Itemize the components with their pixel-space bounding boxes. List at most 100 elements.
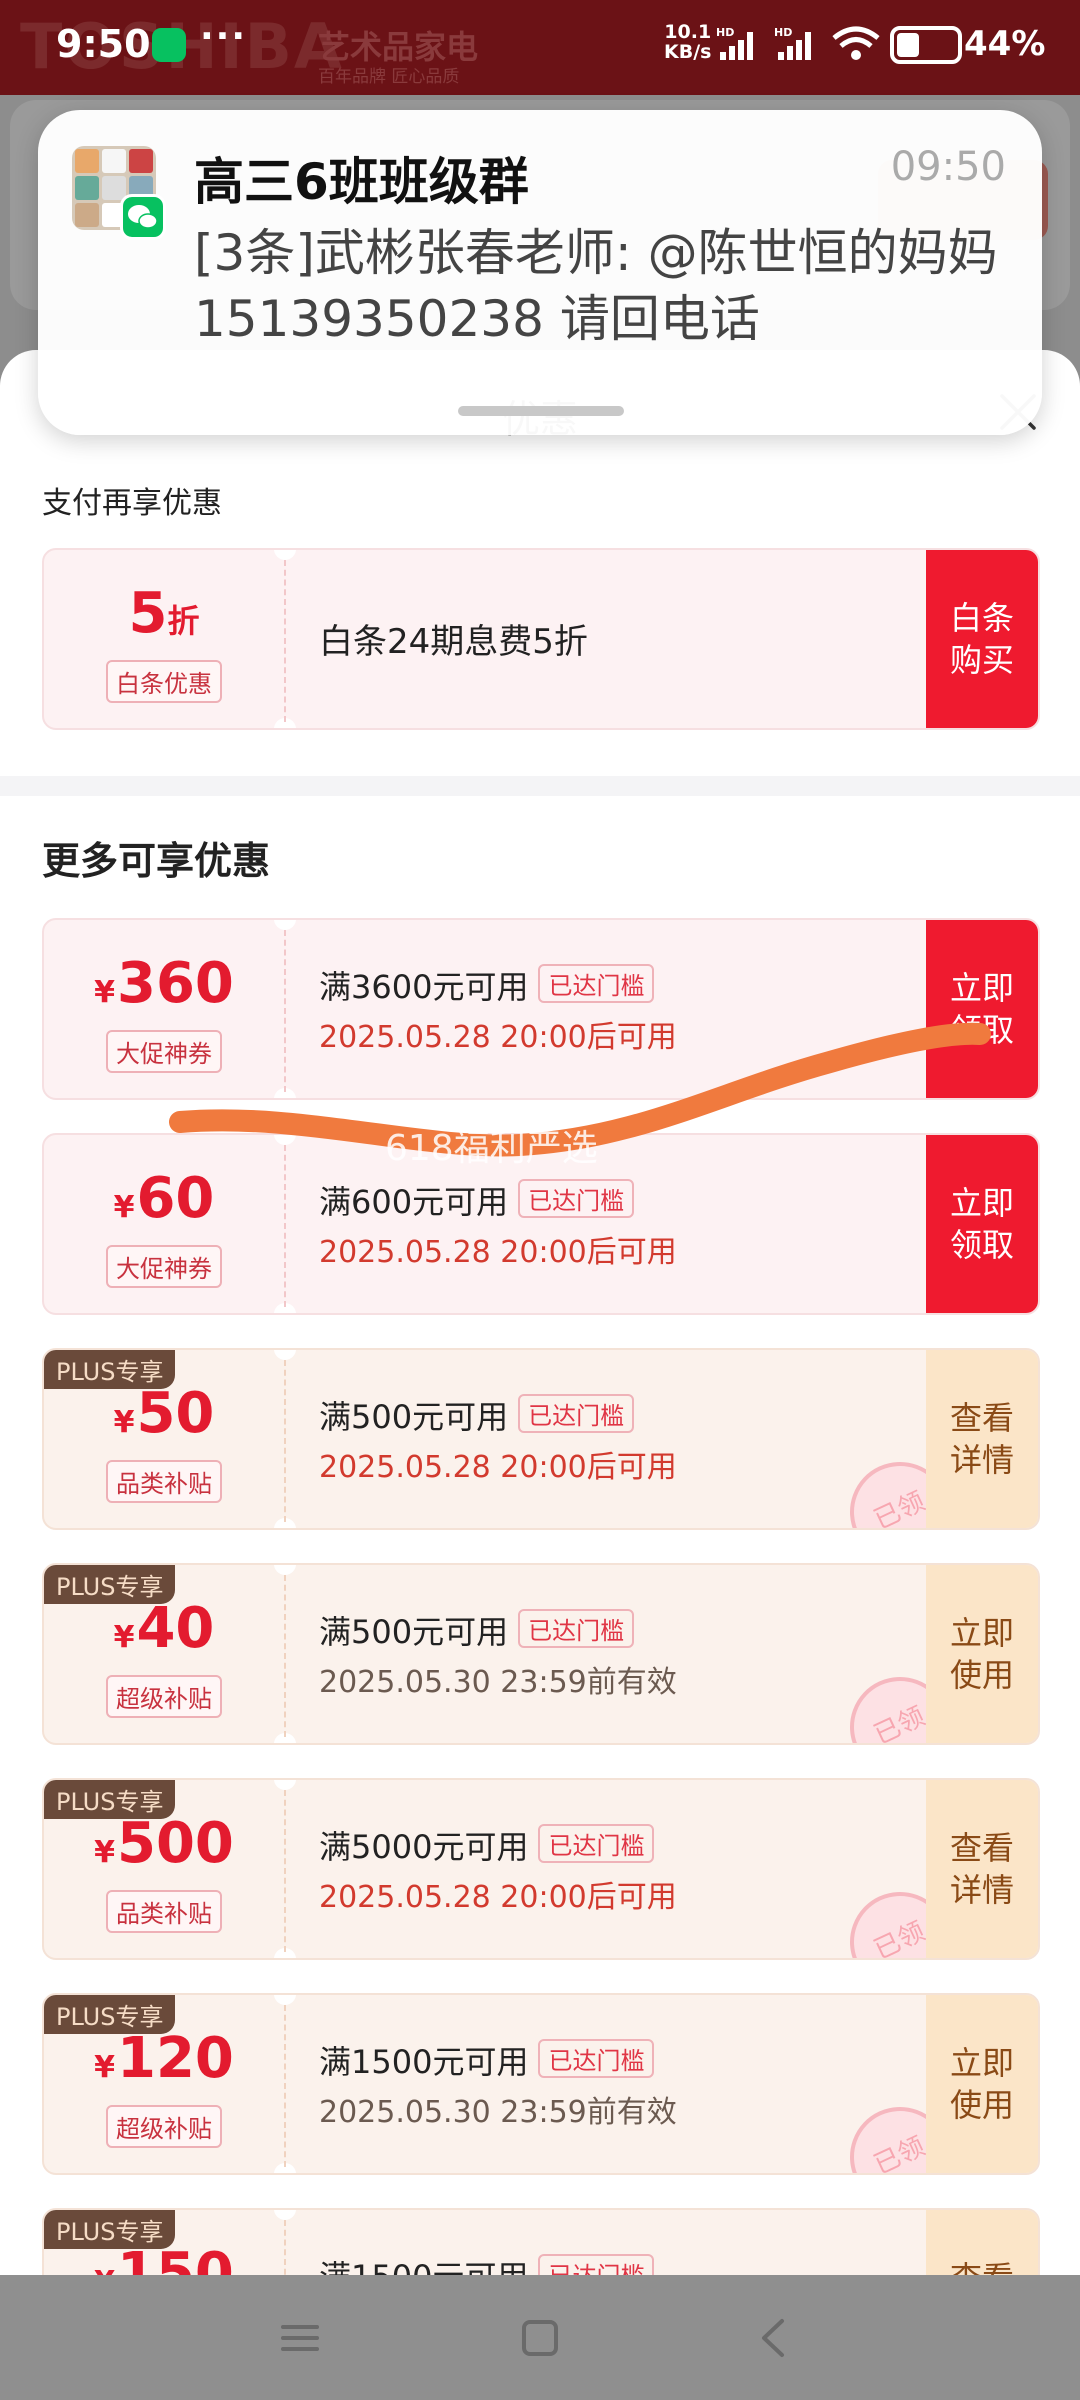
coupon-condition-text: 满3600元可用: [319, 968, 529, 1006]
coupon-left: PLUS专享 ¥50 品类补贴: [44, 1350, 284, 1528]
action-label: 查看详情: [949, 1399, 1014, 1479]
action-label: 立即领取: [949, 969, 1014, 1049]
coupon-separator: [284, 2220, 286, 2275]
coupon-condition-text: 满1500元可用: [319, 2043, 529, 2081]
threshold-reached-badge: 已达门槛: [538, 2254, 655, 2275]
coupon-body: 满500元可用 已达门槛 2025.05.30 23:59前有效: [319, 1565, 923, 1743]
back-icon[interactable]: [750, 2313, 800, 2363]
action-label: 立即使用: [949, 2044, 1014, 2124]
coupon-amount: ¥150: [44, 2241, 284, 2276]
coupon-separator: [284, 1145, 286, 1307]
section-more-heading: 更多可享优惠: [42, 839, 271, 883]
coupon-condition: 满1500元可用已达门槛: [319, 2252, 655, 2275]
status-bar: 9:50 ··· 10.1 KB/s HD HD 44%: [0, 0, 1080, 95]
clock: 9:50: [56, 22, 151, 66]
coupon-condition-text: 满1500元可用: [319, 2258, 528, 2275]
signal-hd-label-2: HD: [774, 26, 792, 39]
battery-percent: 44%: [964, 24, 1046, 64]
coupon-left: PLUS专享¥150: [44, 2210, 284, 2275]
section-pay-heading: 支付再享优惠: [42, 486, 222, 521]
baitiao-coupon-card: 5折 白条优惠 白条24期息费5折 白条购买: [42, 548, 1040, 730]
currency-symbol: ¥: [94, 975, 115, 1010]
coupon-separator: [284, 2005, 286, 2167]
coupon-card: PLUS专享 ¥40 超级补贴 满500元可用 已达门槛 2025.05.30 23:59…: [42, 1563, 1040, 1745]
coupon-validity: 2025.05.28 20:00后可用: [319, 1020, 677, 1055]
threshold-reached-badge: 已达门槛: [518, 1609, 635, 1648]
cellular-signal-icon: HD: [716, 26, 753, 60]
wechat-icon: [120, 194, 166, 240]
coupon-separator: [284, 1360, 286, 1522]
coupon-body: 满1500元可用已达门槛: [319, 2210, 923, 2275]
coupon-card: PLUS专享 ¥50 品类补贴 满500元可用 已达门槛 2025.05.28 20:00…: [42, 1348, 1040, 1530]
coupon-amount-value: 5: [128, 581, 168, 646]
threshold-reached-badge: 已达门槛: [538, 964, 655, 1003]
coupon-action-button[interactable]: 查看详情: [926, 1350, 1038, 1528]
coupon-separator: [284, 1790, 286, 1952]
coupon-separator: [284, 560, 286, 722]
wechat-notification[interactable]: 高三6班班级群 09:50 [3条]武彬张春老师: @陈世恒的妈妈1513935…: [38, 110, 1042, 435]
coupon-condition-text: 满500元可用: [319, 1398, 509, 1436]
network-speed: 10.1 KB/s: [664, 22, 711, 62]
coupon-validity: 2025.05.28 20:00后可用: [319, 1235, 677, 1270]
wechat-icon: [152, 28, 186, 62]
coupon-separator: [284, 1575, 286, 1737]
coupon-validity: 2025.05.28 20:00后可用: [319, 1450, 677, 1485]
coupon-left: ¥60 大促神券: [44, 1135, 284, 1313]
coupon-tag: 大促神券: [106, 1030, 222, 1073]
coupon-amount-value: 40: [136, 1596, 215, 1661]
coupon-amount-value: 50: [136, 1381, 215, 1446]
home-icon[interactable]: [515, 2313, 565, 2363]
currency-symbol: ¥: [94, 2050, 115, 2085]
coupon-condition: 满3600元可用 已达门槛: [319, 962, 655, 1008]
coupon-left: ¥360 大促神券: [44, 920, 284, 1098]
coupon-condition-text: 满500元可用: [319, 1613, 509, 1651]
coupon-card: PLUS专享 ¥120 超级补贴 满1500元可用 已达门槛 2025.05.30 23:…: [42, 1993, 1040, 2175]
system-navigation-bar: [0, 2275, 1080, 2400]
coupon-card: PLUS专享 ¥500 品类补贴 满5000元可用 已达门槛 2025.05.28 20:…: [42, 1778, 1040, 1960]
coupon-amount-value: 360: [116, 951, 234, 1016]
coupon-validity: 2025.05.30 23:59前有效: [319, 2095, 677, 2130]
notification-title: 高三6班班级群: [194, 153, 529, 211]
coupon-card: ¥60 大促神券 满600元可用 已达门槛 2025.05.28 20:00后可用 立即领…: [42, 1133, 1040, 1315]
coupon-body: 满5000元可用 已达门槛 2025.05.28 20:00后可用: [319, 1780, 923, 1958]
coupon-body: 满1500元可用 已达门槛 2025.05.30 23:59前有效: [319, 1995, 923, 2173]
notification-time: 09:50: [890, 144, 1006, 190]
coupon-tag: 超级补贴: [106, 1675, 222, 1718]
coupon-action-button[interactable]: 立即使用: [926, 1565, 1038, 1743]
baitiao-buy-button[interactable]: 白条购买: [926, 550, 1038, 728]
coupon-action-button[interactable]: 立即使用: [926, 1995, 1038, 2173]
coupon-body: 白条24期息费5折: [319, 550, 923, 728]
network-speed-unit: KB/s: [664, 41, 712, 63]
coupon-body: 满3600元可用 已达门槛 2025.05.28 20:00后可用: [319, 920, 923, 1098]
coupon-left: PLUS专享 ¥40 超级补贴: [44, 1565, 284, 1743]
currency-symbol: ¥: [94, 2265, 115, 2275]
coupon-left: 5折 白条优惠: [44, 550, 284, 728]
coupon-amount-value: 500: [116, 1811, 234, 1876]
notification-message: [3条]武彬张春老师: @陈世恒的妈妈15139350238 请回电话: [194, 224, 998, 348]
network-speed-value: 10.1: [664, 21, 712, 43]
coupon-amount: ¥50: [44, 1384, 284, 1453]
menu-icon[interactable]: [275, 2313, 325, 2363]
currency-symbol: ¥: [113, 1190, 135, 1225]
coupon-description: 白条24期息费5折: [319, 622, 588, 662]
currency-symbol: ¥: [113, 1620, 135, 1655]
coupon-action-button[interactable]: 查看详情: [926, 2210, 1038, 2275]
action-label: 白条购买: [949, 599, 1014, 679]
threshold-reached-badge: 已达门槛: [518, 1179, 635, 1218]
coupon-amount-unit: 折: [167, 602, 200, 640]
section-divider: [0, 776, 1080, 796]
coupon-condition: 满500元可用 已达门槛: [319, 1392, 635, 1438]
coupon-left: PLUS专享 ¥120 超级补贴: [44, 1995, 284, 2173]
coupon-action-button[interactable]: 立即领取: [926, 920, 1038, 1098]
coupon-body: 满600元可用 已达门槛 2025.05.28 20:00后可用: [319, 1135, 923, 1313]
coupon-card: ¥360 大促神券 满3600元可用 已达门槛 2025.05.28 20:00后可用 立…: [42, 918, 1040, 1100]
battery-icon: [890, 26, 962, 64]
notification-drag-handle[interactable]: [458, 406, 624, 416]
coupon-condition-text: 满600元可用: [319, 1183, 509, 1221]
coupon-action-button[interactable]: 立即领取: [926, 1135, 1038, 1313]
signal-hd-label: HD: [716, 26, 734, 39]
coupon-action-button[interactable]: 查看详情: [926, 1780, 1038, 1958]
coupon-tag: 品类补贴: [106, 1460, 222, 1503]
currency-symbol: ¥: [94, 1835, 115, 1870]
coupon-amount-value: 150: [116, 2241, 234, 2276]
